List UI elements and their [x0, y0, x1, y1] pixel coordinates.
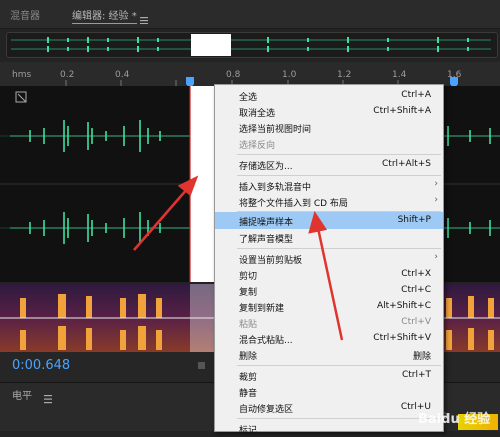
- watermark-logo: Baidu 经验: [418, 412, 491, 427]
- annotation-arrow-left: [133, 187, 189, 251]
- annotation-arrow-right: [316, 227, 344, 341]
- annotation-arrows: [133, 175, 344, 341]
- annotation-arrowhead-right: [308, 211, 328, 234]
- annotation-arrowhead-left: [177, 175, 199, 197]
